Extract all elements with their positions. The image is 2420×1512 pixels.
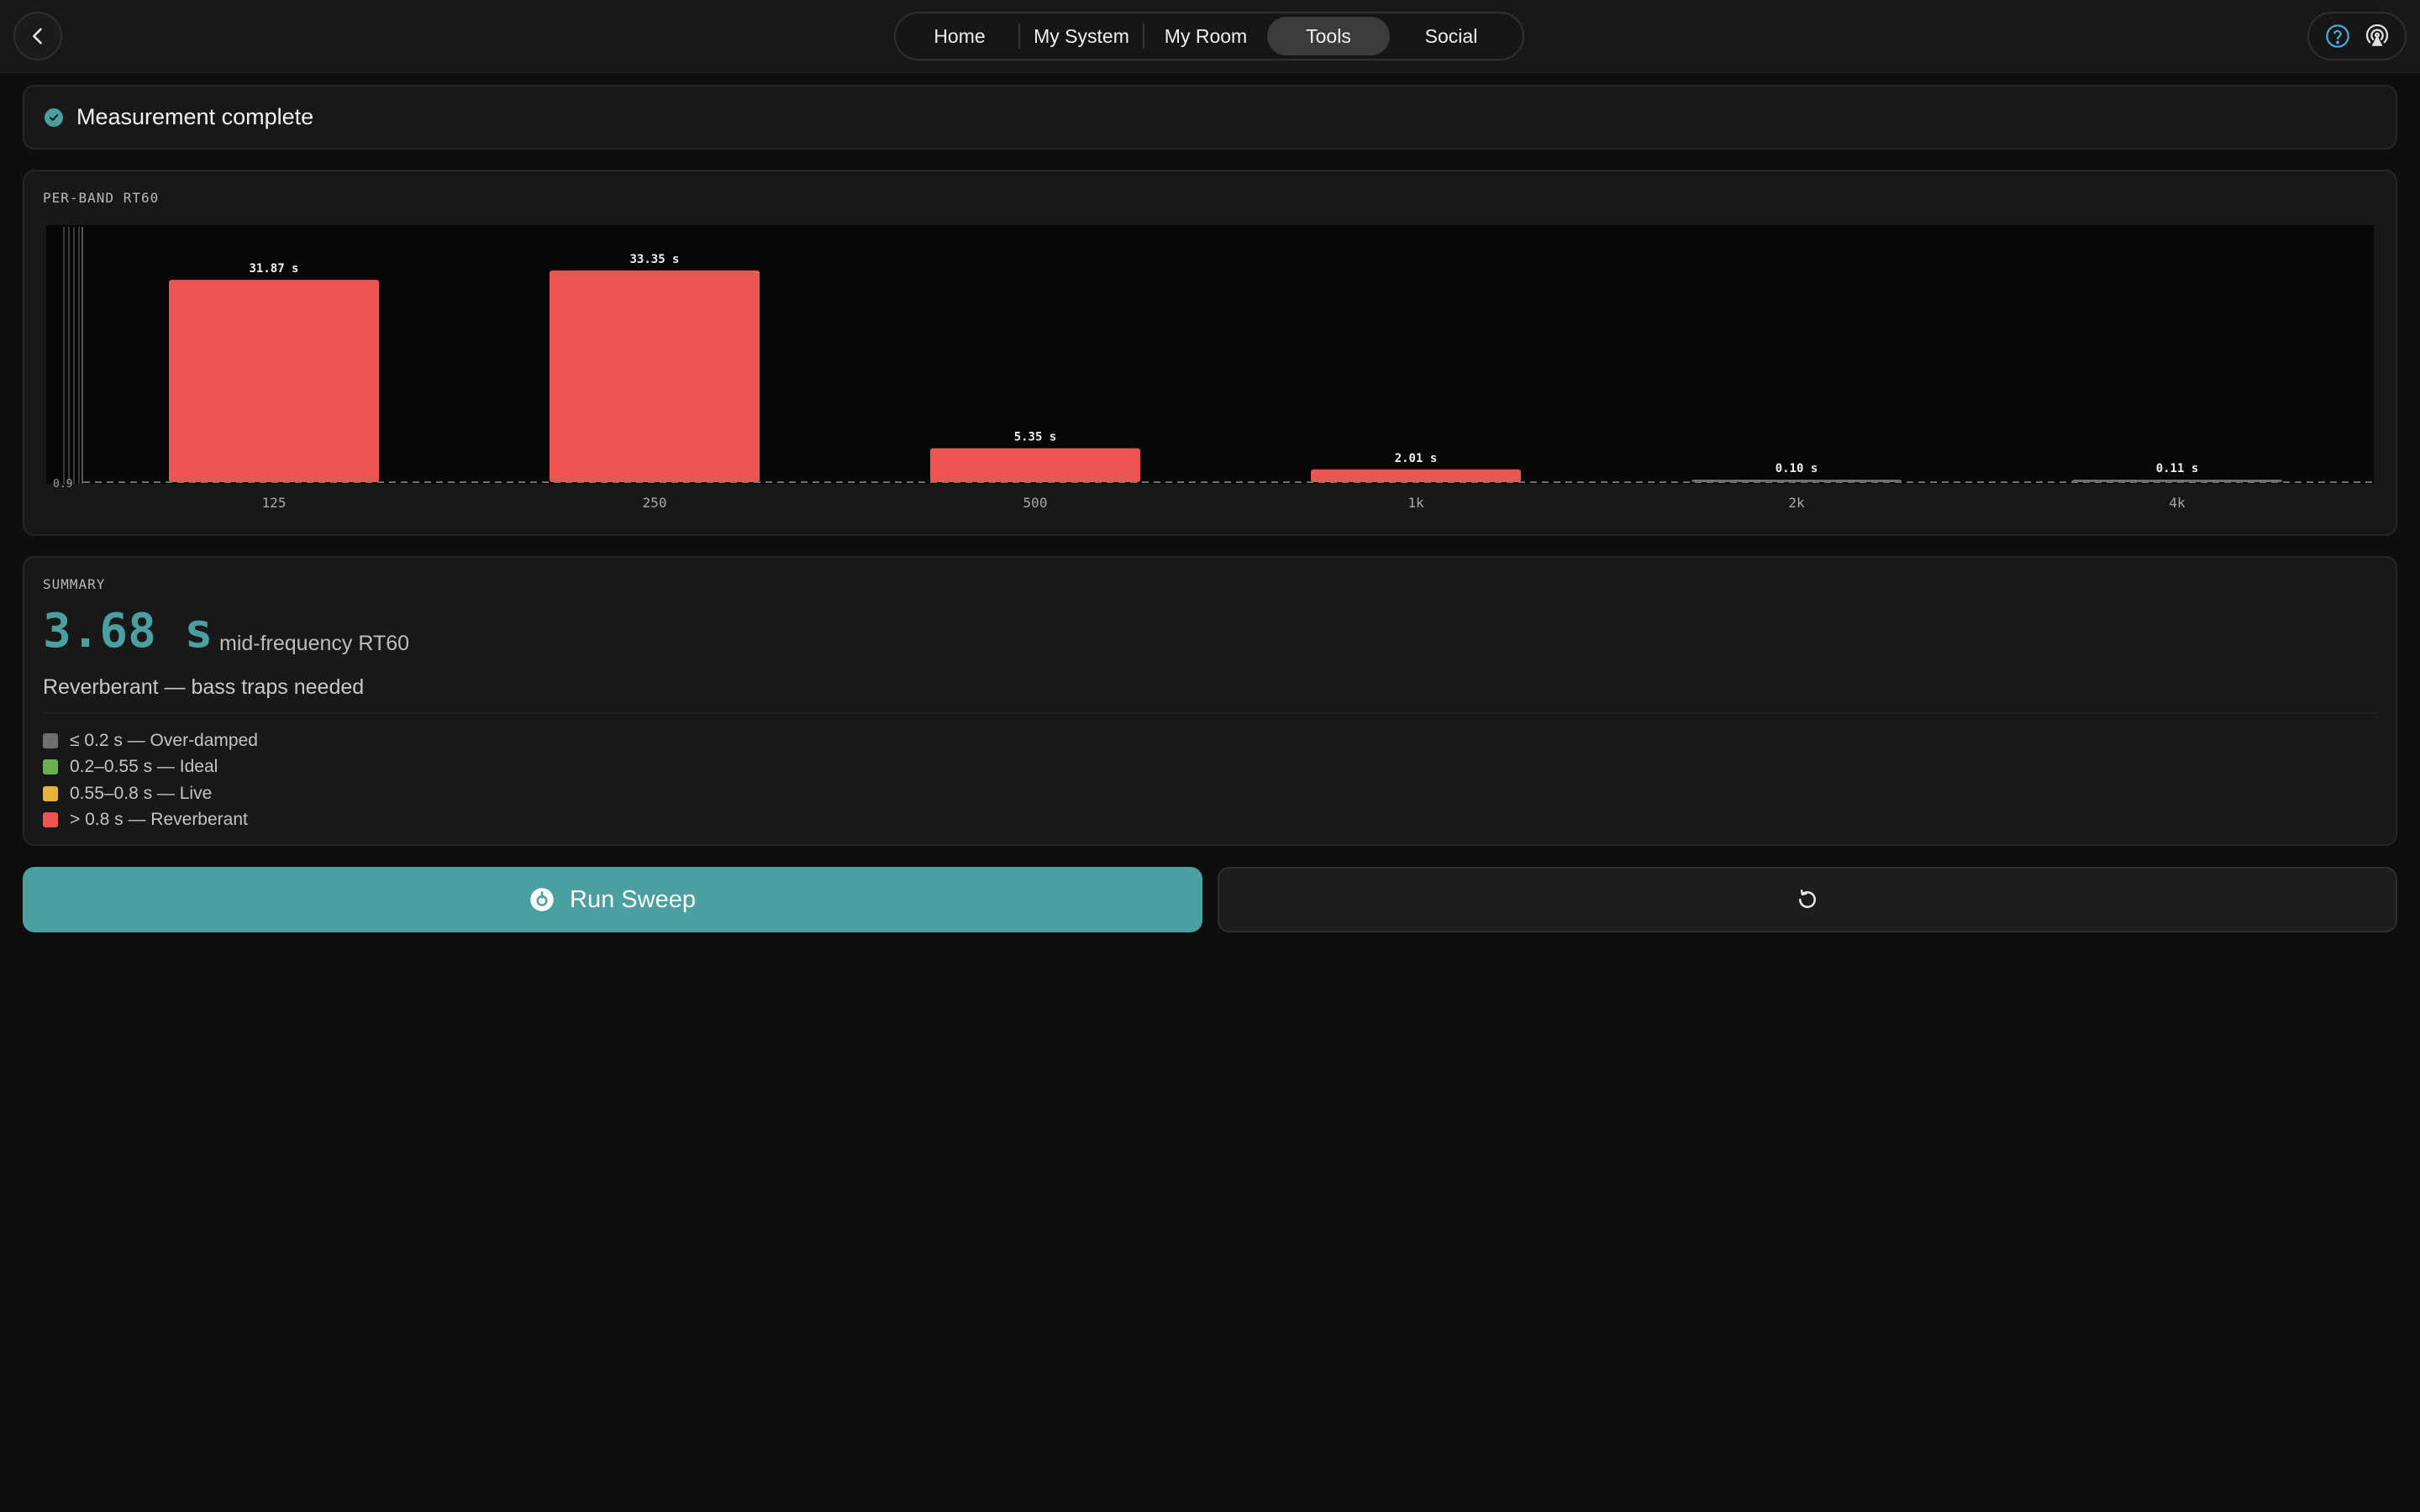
bar-value-label: 0.10 s [1776,462,1818,475]
reset-button[interactable] [1218,867,2397,932]
bar-4k [2072,480,2282,482]
summary-section-label: SUMMARY [43,576,106,592]
tab-my-system[interactable]: My System [1020,17,1143,55]
rt60-legend: ≤ 0.2 s — Over-damped 0.2–0.55 s — Ideal… [43,727,258,833]
x-tick-label: 125 [262,495,287,511]
bar-250 [550,270,760,482]
legend-item-reverberant: > 0.8 s — Reverberant [43,807,258,834]
legend-item-ideal: 0.2–0.55 s — Ideal [43,754,258,781]
tab-tools[interactable]: Tools [1267,17,1390,55]
legend-label: 0.2–0.55 s — Ideal [70,757,218,777]
divider [43,712,2377,714]
tab-social[interactable]: Social [1390,17,1512,55]
rt60-value: 3.68 s [43,604,213,659]
x-tick-label: 1k [1407,495,1424,511]
legend-swatch [43,759,58,775]
bar-500 [930,448,1140,482]
run-sweep-button[interactable]: Run Sweep [23,867,1202,932]
bar-value-label: 2.01 s [1395,452,1438,465]
status-banner: Measurement complete [23,85,2397,150]
verdict-text: Reverberant — bass traps needed [43,675,365,699]
legend-label: > 0.8 s — Reverberant [70,810,248,830]
bar-value-label: 5.35 s [1014,431,1057,444]
x-tick-label: 2k [1788,495,1805,511]
chart-plot-area [46,225,2374,484]
bar-value-label: 31.87 s [249,262,298,276]
help-circle-icon [2325,24,2349,48]
rt60-bar-chart: 0.9 31.87 s 125 33.35 s 250 5.35 s 500 2.01 s 1… [46,225,2374,511]
broadcast-button[interactable] [2364,23,2391,50]
bar-1k [1311,469,1521,482]
x-tick-label: 500 [1023,495,1048,511]
legend-swatch [43,785,58,801]
legend-swatch [43,732,58,748]
legend-item-over-damped: ≤ 0.2 s — Over-damped [43,727,258,754]
bar-value-label: 0.11 s [2156,462,2199,475]
top-bar: Home My System My Room Tools Social [0,0,2420,73]
tab-home[interactable]: Home [901,17,1018,55]
back-button[interactable] [13,12,62,60]
status-text: Measurement complete [76,104,314,129]
legend-swatch [43,812,58,828]
rotate-ccw-icon [1799,890,1816,908]
tab-my-room[interactable]: My Room [1144,17,1267,55]
header-actions [2307,12,2407,60]
legend-label: ≤ 0.2 s — Over-damped [70,730,258,750]
help-button[interactable] [2324,23,2351,50]
main-nav: Home My System My Room Tools Social [894,12,1524,60]
legend-label: 0.55–0.8 s — Live [70,783,213,803]
bar-125 [169,280,379,482]
check-circle-icon [45,108,63,127]
bar-value-label: 33.35 s [629,253,679,266]
x-tick-label: 4k [2169,495,2186,511]
legend-item-live: 0.55–0.8 s — Live [43,780,258,807]
x-tick-label: 250 [643,495,667,511]
summary-card: SUMMARY 3.68 s mid-frequency RT60 Reverb… [23,556,2397,846]
sweep-icon [529,887,555,912]
chevron-left-icon [33,28,42,45]
reference-line-label: 0.9 [53,478,72,491]
run-sweep-label: Run Sweep [570,885,696,913]
rt60-chart-card: PER-BAND RT60 0.9 31.87 s 125 33.35 s 250 5.… [23,170,2397,536]
airplay-icon [2365,24,2388,46]
rt60-caption: mid-frequency RT60 [219,632,410,655]
bar-2k [1691,480,1902,482]
